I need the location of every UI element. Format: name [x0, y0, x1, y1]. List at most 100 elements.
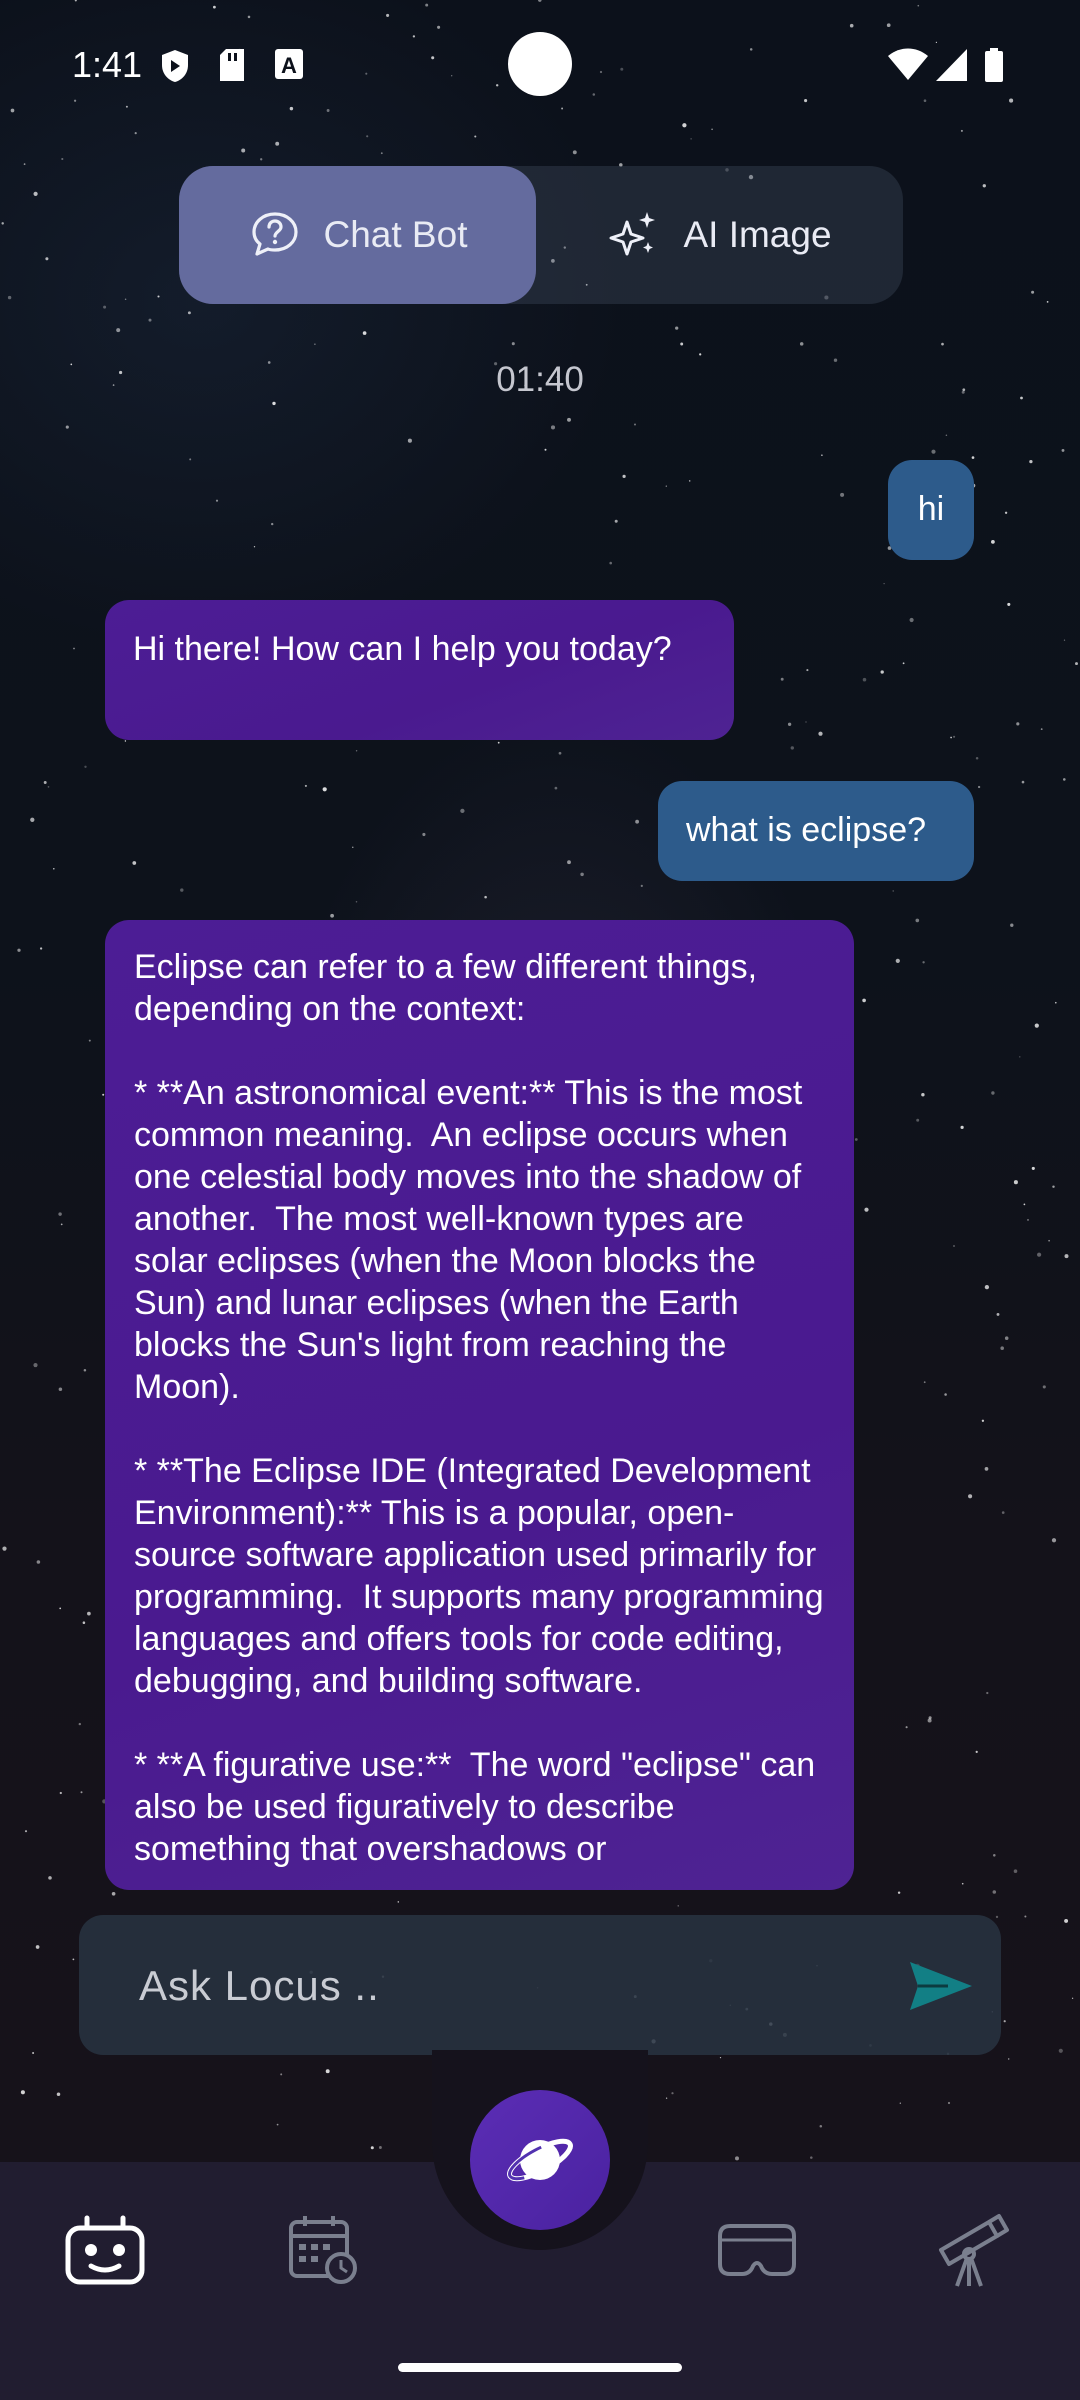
star [1031, 1166, 1035, 1170]
star [862, 677, 867, 682]
ai-image-tab[interactable]: AI Image [536, 166, 903, 304]
star [928, 1716, 932, 1720]
star [58, 1387, 63, 1391]
nav-telescope[interactable] [928, 2210, 1018, 2290]
star [422, 832, 426, 837]
nav-vr[interactable] [712, 2210, 802, 2290]
star [677, 1905, 679, 1907]
star [787, 722, 792, 726]
chat-question-icon [251, 212, 298, 256]
star [1019, 1056, 1021, 1058]
star [915, 918, 920, 923]
star [1000, 1346, 1004, 1350]
star [116, 328, 121, 333]
star [271, 522, 274, 526]
star [558, 751, 562, 755]
star [43, 781, 47, 784]
front-camera [508, 32, 572, 96]
star [1013, 1869, 1018, 1873]
star [103, 305, 107, 309]
star [1048, 1239, 1050, 1242]
star [780, 677, 784, 681]
message-input[interactable] [137, 1945, 901, 2027]
star [550, 425, 556, 430]
star [1042, 1385, 1046, 1389]
star [1064, 1918, 1069, 1923]
user-message: hi [888, 460, 974, 560]
star [922, 961, 925, 964]
text-a-icon: A [275, 49, 303, 79]
svg-text:A: A [281, 53, 297, 78]
star [950, 736, 952, 739]
nav-calendar[interactable] [278, 2210, 368, 2290]
star [45, 257, 49, 261]
star [1031, 290, 1035, 294]
star [87, 1611, 91, 1616]
star [905, 1726, 908, 1729]
star [111, 1891, 116, 1896]
star [892, 890, 894, 892]
sparkle-icon [609, 212, 656, 256]
star [59, 1791, 62, 1795]
home-indicator[interactable] [398, 2363, 682, 2372]
star [58, 1212, 62, 1216]
star [47, 786, 50, 788]
star [36, 1560, 41, 1564]
star [352, 846, 354, 848]
send-icon[interactable] [908, 1960, 974, 2012]
star [981, 1419, 985, 1422]
star [1007, 2058, 1010, 2060]
star [20, 2090, 25, 2095]
star [280, 2073, 283, 2076]
star [397, 1901, 400, 1903]
star [275, 141, 280, 146]
star [916, 1118, 920, 1122]
robot-icon [65, 2215, 145, 2285]
star [366, 135, 369, 138]
star [991, 540, 995, 544]
star [897, 1891, 901, 1894]
star [902, 662, 905, 665]
star [157, 295, 160, 298]
star [640, 884, 643, 888]
nav-chatbot[interactable] [60, 2210, 150, 2290]
star [719, 2057, 722, 2059]
star [883, 582, 885, 585]
star [921, 1092, 925, 1097]
star [56, 2092, 61, 2096]
star [544, 448, 547, 451]
star [304, 784, 307, 787]
star [1010, 923, 1014, 927]
star [671, 2092, 674, 2095]
star [622, 474, 626, 479]
star [322, 787, 327, 792]
star [260, 158, 263, 161]
star [1071, 1997, 1074, 1999]
star [1024, 1915, 1027, 1918]
star [187, 311, 191, 315]
star [30, 817, 35, 822]
telescope-icon [939, 2214, 1009, 2287]
star [635, 819, 639, 824]
shield-icon [162, 50, 188, 82]
star [961, 1882, 964, 1885]
star [790, 746, 794, 750]
star [975, 1750, 978, 1754]
chat-bot-tab[interactable]: Chat Bot [179, 166, 536, 304]
star [799, 342, 804, 346]
star [59, 1607, 62, 1610]
star [960, 1125, 964, 1129]
star [1052, 1185, 1055, 1188]
star [819, 2125, 823, 2128]
explore-fab[interactable] [470, 2090, 610, 2230]
star [821, 454, 823, 457]
star [82, 1621, 86, 1624]
star [818, 731, 823, 736]
star [675, 326, 679, 330]
star [276, 2123, 279, 2126]
signal-icon [936, 49, 967, 81]
star [330, 913, 334, 918]
star [124, 298, 127, 300]
star [992, 1890, 997, 1894]
star [134, 132, 137, 135]
